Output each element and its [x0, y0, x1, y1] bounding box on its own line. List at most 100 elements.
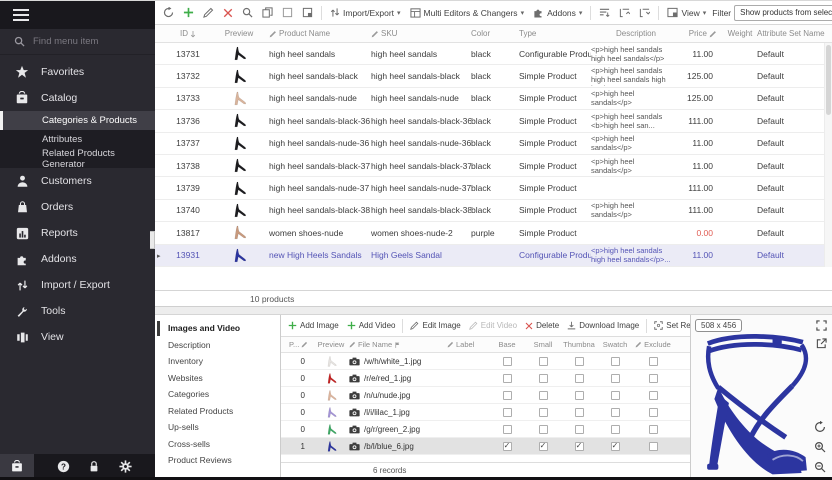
lock-icon[interactable]: [88, 460, 100, 473]
image-row[interactable]: 1 /b/l/blue_6.jpg: [281, 438, 690, 455]
panel-splitter[interactable]: [155, 307, 832, 315]
sidebar-search-input[interactable]: Find menu item: [0, 29, 155, 55]
set-resize-rule-button[interactable]: Set Resize Rule: [651, 319, 690, 332]
sort-filter-button[interactable]: [596, 5, 613, 20]
checkbox-thumbnail[interactable]: [575, 374, 584, 383]
checkbox-swatch[interactable]: [611, 374, 620, 383]
detail-tab[interactable]: Inventory: [155, 353, 280, 370]
checkbox-base[interactable]: [503, 374, 512, 383]
column-header-thumbnail[interactable]: Thumbna: [561, 340, 597, 349]
product-row[interactable]: ▸ 13737 high heel sandals-nude-36 high h…: [155, 133, 832, 155]
checkbox-exclude[interactable]: [649, 425, 658, 434]
image-row[interactable]: 0 /n/u/nude.jpg: [281, 387, 690, 404]
sidebar-item-orders[interactable]: Orders: [0, 194, 155, 220]
expand-tree-button[interactable]: [616, 5, 633, 20]
column-header-exclude[interactable]: Exclude: [633, 340, 673, 349]
detail-tab[interactable]: Product Reviews: [155, 452, 280, 469]
sidebar-item-reports[interactable]: Reports: [0, 220, 155, 246]
detail-tab[interactable]: Websites: [155, 370, 280, 387]
delete-product-button[interactable]: [220, 6, 236, 20]
checkbox-base[interactable]: [503, 391, 512, 400]
sidebar-item-catalog[interactable]: Catalog: [0, 85, 155, 111]
column-header-sku[interactable]: SKU: [371, 29, 471, 38]
product-row[interactable]: ▸ 13931 new High Heels Sandals High Geel…: [155, 245, 832, 267]
sidebar-item-import-export[interactable]: Import / Export: [0, 272, 155, 298]
sidebar-collapse-handle[interactable]: [150, 231, 155, 249]
product-row[interactable]: ▸ 13732 high heel sandals-black high hee…: [155, 65, 832, 87]
checkbox-thumbnail[interactable]: [575, 425, 584, 434]
column-header-color[interactable]: Color: [471, 29, 519, 38]
search-products-button[interactable]: [239, 5, 256, 20]
column-header-base[interactable]: Base: [489, 340, 525, 349]
detail-tab[interactable]: Related Products: [155, 403, 280, 420]
column-header-weight[interactable]: Weight: [723, 29, 757, 38]
detail-tab[interactable]: Categories: [155, 386, 280, 403]
checkbox-exclude[interactable]: [649, 374, 658, 383]
sidebar-item-related-products-generator[interactable]: Related Products Generator: [0, 149, 155, 168]
checkbox-thumbnail[interactable]: [575, 357, 584, 366]
edit-video-button[interactable]: Edit Video: [466, 319, 520, 332]
column-header-product-name[interactable]: Product Name: [269, 29, 371, 38]
checkbox-swatch[interactable]: [611, 391, 620, 400]
checkbox-base[interactable]: [503, 357, 512, 366]
checkbox-small[interactable]: [539, 374, 548, 383]
detail-tab[interactable]: Up-sells: [155, 419, 280, 436]
checkbox-small[interactable]: [539, 391, 548, 400]
column-header-type[interactable]: Type: [519, 29, 591, 38]
checkbox-thumbnail[interactable]: [575, 442, 584, 451]
view-menu-button[interactable]: View▾: [664, 5, 709, 20]
checkbox-small[interactable]: [539, 408, 548, 417]
sidebar-item-categories-products[interactable]: Categories & Products: [0, 111, 155, 130]
download-image-button[interactable]: Download Image: [564, 319, 642, 332]
hamburger-menu-icon[interactable]: [13, 9, 29, 21]
column-header-position[interactable]: P...: [289, 340, 313, 349]
checkbox-exclude[interactable]: [649, 391, 658, 400]
image-row[interactable]: 0 /l/i/lilac_1.jpg: [281, 404, 690, 421]
detail-tab[interactable]: Description: [155, 337, 280, 354]
checkbox-swatch[interactable]: [611, 442, 620, 451]
checkbox-exclude[interactable]: [649, 442, 658, 451]
add-video-button[interactable]: Add Video: [344, 319, 399, 332]
import-export-menu-button[interactable]: Import/Export▾: [327, 5, 404, 20]
product-row[interactable]: ▸ 13739 high heel sandals-nude-37 high h…: [155, 177, 832, 199]
detail-tab[interactable]: Images and Video: [155, 320, 280, 337]
duplicate-button[interactable]: [299, 5, 316, 20]
collapse-tree-button[interactable]: [636, 5, 653, 20]
row-expander-icon[interactable]: ▸: [155, 253, 161, 260]
checkbox-small[interactable]: [539, 357, 548, 366]
product-row[interactable]: ▸ 13817 women shoes-nude women shoes-nud…: [155, 222, 832, 244]
sidebar-item-addons[interactable]: Addons: [0, 246, 155, 272]
sidebar-item-attributes[interactable]: Attributes: [0, 130, 155, 149]
refresh-button[interactable]: [160, 5, 177, 20]
sidebar-item-view[interactable]: View: [0, 324, 155, 350]
image-row[interactable]: 0 /w/h/white_1.jpg: [281, 353, 690, 370]
footer-catalog-box-icon[interactable]: [0, 454, 34, 478]
checkbox-swatch[interactable]: [611, 408, 620, 417]
image-row[interactable]: 0 /r/e/red_1.jpg: [281, 370, 690, 387]
checkbox-base[interactable]: [503, 442, 512, 451]
product-row[interactable]: ▸ 13738 high heel sandals-black-37 high …: [155, 155, 832, 177]
column-header-file-name[interactable]: File Name: [349, 340, 447, 349]
image-row[interactable]: 0 /g/r/green_2.jpg: [281, 421, 690, 438]
open-external-icon[interactable]: [816, 338, 827, 349]
delete-image-button[interactable]: Delete: [522, 319, 562, 332]
help-icon[interactable]: ?: [57, 460, 70, 473]
checkbox-swatch[interactable]: [611, 357, 620, 366]
copy-button[interactable]: [259, 5, 276, 20]
gear-icon[interactable]: [119, 460, 132, 473]
detail-tab[interactable]: Cross-sells: [155, 436, 280, 453]
column-header-preview[interactable]: Preview: [209, 29, 269, 38]
column-header-small[interactable]: Small: [525, 340, 561, 349]
vertical-scrollbar[interactable]: [824, 43, 832, 267]
checkbox-base[interactable]: [503, 425, 512, 434]
zoom-in-icon[interactable]: [814, 441, 826, 453]
checkbox-exclude[interactable]: [649, 408, 658, 417]
sidebar-item-customers[interactable]: Customers: [0, 168, 155, 194]
sidebar-item-tools[interactable]: Tools: [0, 298, 155, 324]
column-header-label[interactable]: Label: [447, 340, 489, 349]
add-image-button[interactable]: Add Image: [285, 319, 342, 332]
column-header-attribute-set[interactable]: Attribute Set Name: [757, 29, 832, 38]
checkbox-swatch[interactable]: [611, 425, 620, 434]
scrollbar-thumb[interactable]: [826, 45, 831, 115]
checkbox-small[interactable]: [539, 442, 548, 451]
